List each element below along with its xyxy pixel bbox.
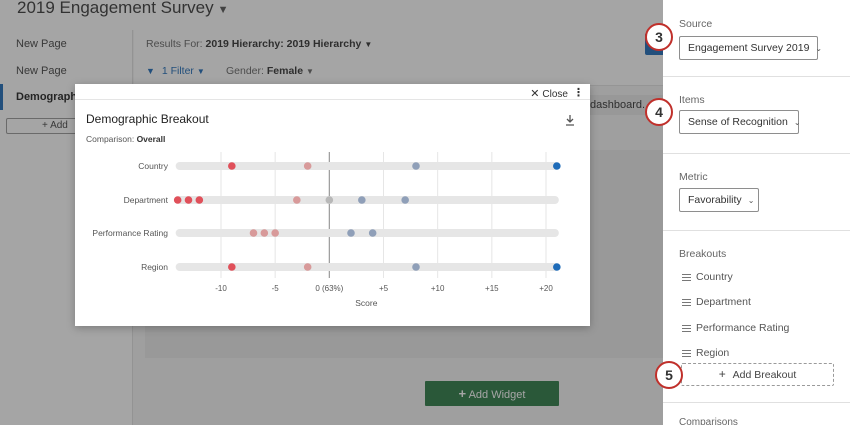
items-value: Sense of Recognition [688, 116, 788, 128]
breakout-item-performance-rating[interactable]: Performance Rating [682, 322, 789, 334]
metric-dropdown[interactable]: Favorability ⌄ [679, 188, 759, 212]
comparison-info: Comparison: Overall [86, 134, 165, 144]
x-tick-label: +5 [379, 284, 389, 293]
metric-value: Favorability [688, 194, 742, 206]
drag-handle-icon[interactable] [682, 323, 691, 334]
items-dropdown[interactable]: Sense of Recognition ⌄ [679, 110, 801, 134]
comparison-value: Overall [136, 134, 166, 144]
callout-badge-5: 5 [655, 361, 683, 389]
drag-handle-icon[interactable] [682, 272, 691, 283]
data-point[interactable] [401, 196, 409, 204]
breakout-item-country[interactable]: Country [682, 271, 733, 283]
add-breakout-label: Add Breakout [732, 369, 797, 381]
metric-label: Metric [679, 171, 708, 183]
data-point[interactable] [271, 229, 279, 237]
comparison-label: Comparison: [86, 134, 135, 144]
data-point[interactable] [303, 263, 312, 271]
data-point[interactable] [368, 229, 377, 237]
data-point[interactable] [228, 263, 236, 271]
data-point[interactable] [260, 229, 269, 237]
data-point[interactable] [325, 196, 334, 204]
items-label: Items [679, 94, 705, 106]
data-point[interactable] [358, 196, 366, 204]
data-point[interactable] [412, 263, 420, 271]
source-value: Engagement Survey 2019 [688, 42, 810, 54]
x-tick-label: -5 [272, 284, 280, 293]
callout-badge-3: 3 [645, 23, 673, 51]
breakout-label: Region [696, 347, 730, 359]
data-point[interactable] [228, 162, 236, 170]
source-label: Source [679, 18, 713, 30]
category-label: Country [138, 161, 169, 171]
breakout-range-track [175, 229, 559, 237]
breakout-label: Performance Rating [696, 322, 790, 334]
items-section: Items Sense of Recognition ⌄ [663, 77, 850, 154]
data-point[interactable] [195, 196, 204, 204]
category-label: Performance Rating [92, 228, 168, 238]
source-section: Source Engagement Survey 2019 ⌄ [663, 0, 850, 77]
x-tick-label: +20 [539, 284, 553, 293]
chevron-down-icon: ⌄ [747, 196, 755, 205]
x-axis-label: Score [355, 298, 377, 308]
x-tick-label: -10 [215, 284, 227, 293]
chevron-down-icon: ⌄ [793, 118, 801, 127]
chevron-down-icon: ⌄ [815, 44, 823, 53]
data-point[interactable] [293, 196, 301, 204]
comparisons-label: Comparisons [679, 417, 738, 425]
plus-icon: + [718, 367, 726, 381]
data-point[interactable] [553, 162, 561, 170]
modal-title: Demographic Breakout [86, 112, 209, 126]
x-tick-label: 0 (63%) [315, 284, 343, 293]
breakouts-label: Breakouts [679, 248, 727, 260]
download-icon[interactable] [565, 114, 575, 126]
data-point[interactable] [249, 229, 258, 237]
data-point[interactable] [184, 196, 193, 204]
category-label: Region [141, 262, 168, 272]
data-point[interactable] [173, 196, 182, 204]
x-tick-label: +10 [431, 284, 445, 293]
demographic-breakout-modal: ✕ Close ⋮ -10 -5 0 (63%) +5 +10 +15 +20 Score Cou… [75, 84, 590, 326]
data-point[interactable] [347, 229, 355, 237]
data-point[interactable] [553, 263, 561, 271]
data-point[interactable] [303, 162, 312, 170]
drag-handle-icon[interactable] [682, 348, 691, 359]
breakout-label: Department [696, 296, 751, 308]
drag-handle-icon[interactable] [682, 297, 691, 308]
breakout-item-region[interactable]: Region [682, 347, 729, 359]
metric-section: Metric Favorability ⌄ [663, 154, 850, 231]
breakout-item-department[interactable]: Department [682, 296, 751, 308]
widget-settings-panel: Source Engagement Survey 2019 ⌄ Items Sen… [645, 0, 850, 425]
category-label: Department [124, 195, 169, 205]
callout-badge-4: 4 [645, 98, 673, 126]
x-tick-label: +15 [485, 284, 499, 293]
source-dropdown[interactable]: Engagement Survey 2019 ⌄ [679, 36, 822, 60]
breakout-label: Country [696, 271, 733, 283]
breakout-range-track [175, 196, 559, 204]
add-breakout-button[interactable]: + Add Breakout [681, 363, 834, 386]
data-point[interactable] [412, 162, 420, 170]
